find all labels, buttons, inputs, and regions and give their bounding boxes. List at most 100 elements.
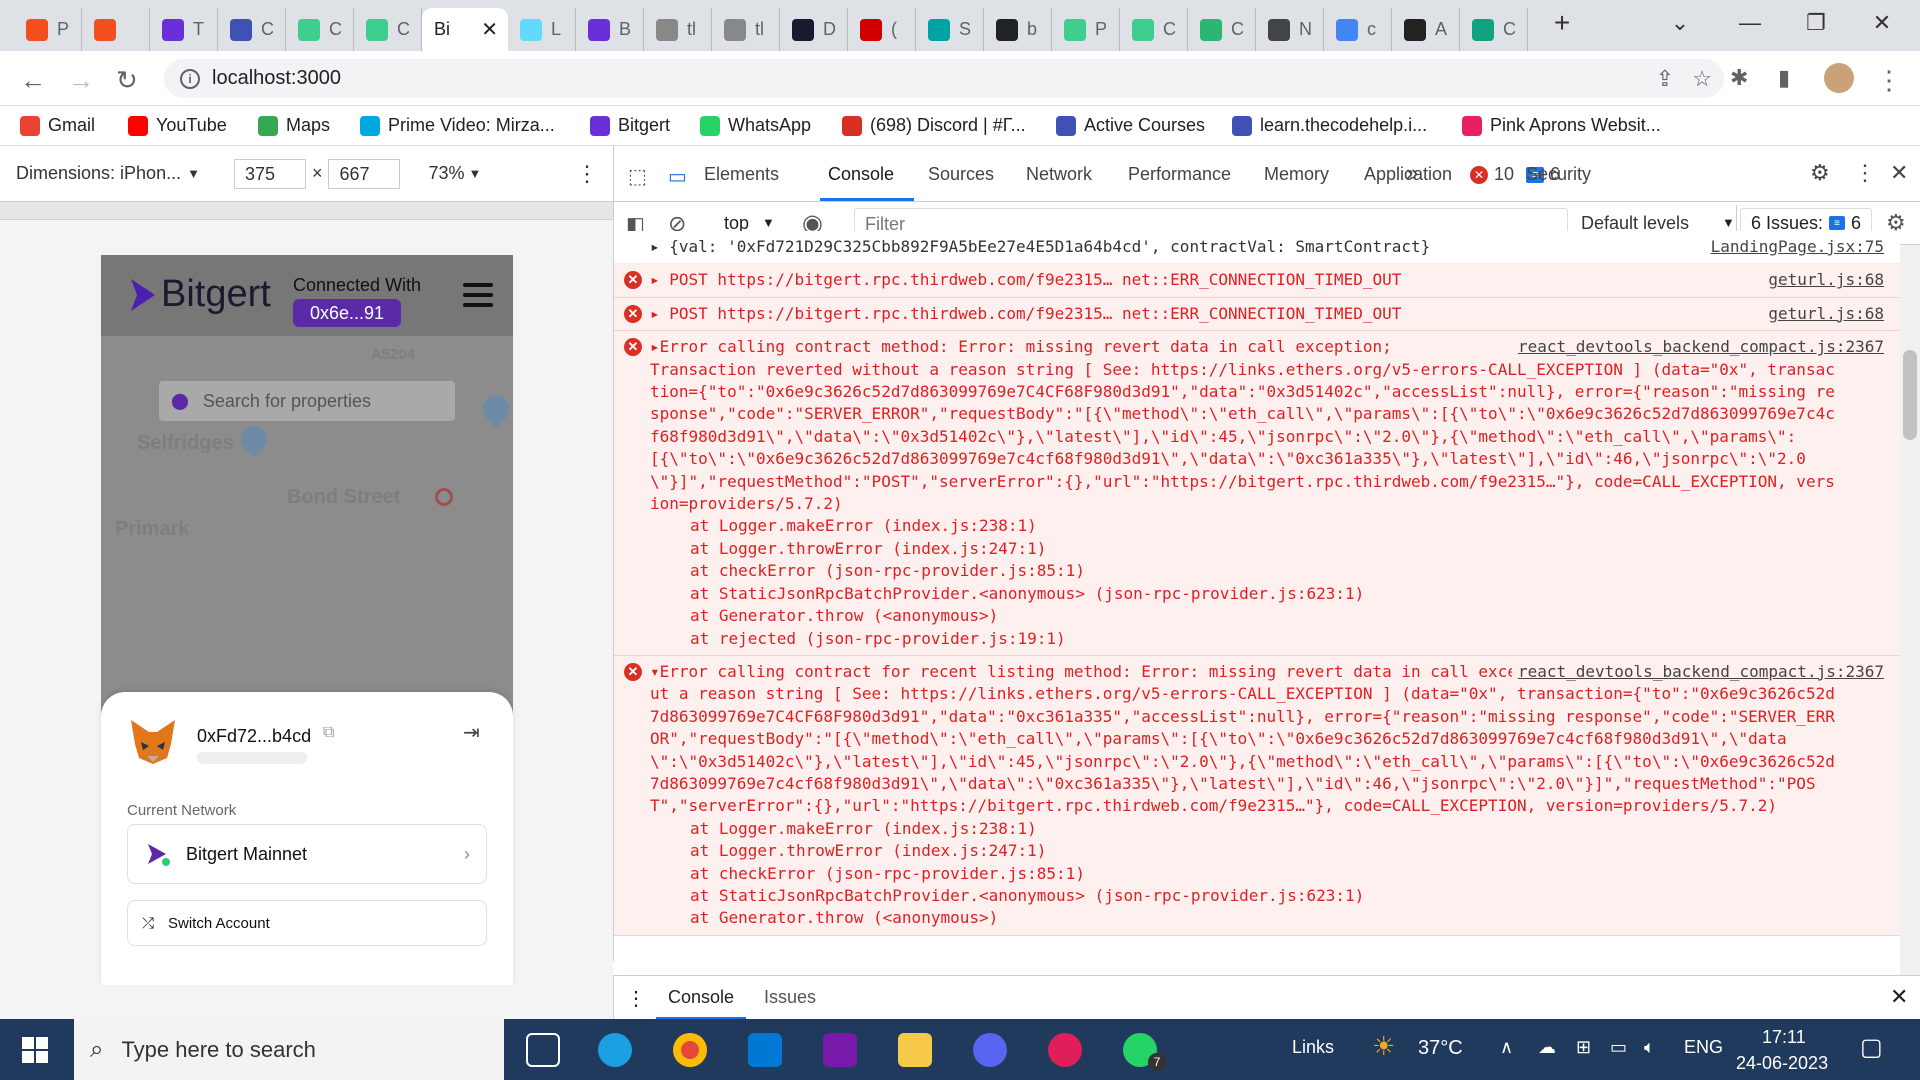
browser-tab[interactable]: B <box>576 8 644 51</box>
new-tab-icon[interactable]: + <box>1532 6 1592 40</box>
devtools-tab-network[interactable]: Network <box>1026 164 1092 185</box>
edge-icon[interactable] <box>598 1033 632 1067</box>
width-input[interactable]: 375 <box>233 158 306 189</box>
browser-tab[interactable]: N <box>1256 8 1324 51</box>
browser-tab[interactable] <box>82 8 150 51</box>
links-toolbar[interactable]: Links <box>1292 1037 1334 1058</box>
bookmark-item[interactable]: learn.thecodehelp.i... <box>1232 115 1427 136</box>
devtools-tab-elements[interactable]: Elements <box>704 164 779 185</box>
side-panel-icon[interactable]: ▮ <box>1778 65 1790 91</box>
slack-icon[interactable] <box>1048 1033 1082 1067</box>
browser-tab[interactable]: C <box>1460 8 1528 51</box>
console-message[interactable]: ✕ geturl.js:68 ▸ POST https://bitgert.rpc.… <box>614 297 1900 332</box>
copy-icon[interactable]: ⧉ <box>323 724 334 742</box>
chrome-icon[interactable] <box>673 1033 707 1067</box>
clock-date[interactable]: 24-06-2023 <box>1736 1053 1828 1074</box>
weather-icon[interactable]: ☀ <box>1372 1031 1395 1062</box>
device-toolbar-toggle-icon[interactable]: ▭ <box>668 164 687 189</box>
stack-frame[interactable]: at Generator.throw (<anonymous>) <box>650 907 1840 929</box>
height-input[interactable]: 667 <box>328 158 401 189</box>
console-source-link[interactable]: geturl.js:68 <box>1762 302 1884 326</box>
stack-frame[interactable]: at Logger.makeError (index.js:238:1) <box>650 515 1840 537</box>
stack-frame[interactable]: at StaticJsonRpcBatchProvider.<anonymous… <box>650 583 1840 605</box>
bookmark-item[interactable]: YouTube <box>128 115 227 136</box>
stack-frame[interactable]: at StaticJsonRpcBatchProvider.<anonymous… <box>650 885 1840 907</box>
network-selector[interactable]: Bitgert Mainnet › <box>127 824 487 884</box>
stack-frame[interactable]: at checkError (json-rpc-provider.js:85:1… <box>650 863 1840 885</box>
browser-tab[interactable]: ( <box>848 8 916 51</box>
console-scroll-thumb[interactable] <box>1903 350 1917 440</box>
console-message[interactable]: ✕ react_devtools_backend_compact.js:2367 ▾… <box>614 655 1900 936</box>
omnibox[interactable]: i localhost:3000 ⇪ ☆ <box>164 59 1724 98</box>
vscode-icon[interactable] <box>748 1033 782 1067</box>
stack-frame[interactable]: at Logger.makeError (index.js:238:1) <box>650 818 1840 840</box>
tab-search-icon[interactable]: ⌄ <box>1650 6 1710 40</box>
drawer-tab-console[interactable]: Console <box>656 976 747 1020</box>
stack-frame[interactable]: at Logger.throwError (index.js:247:1) <box>650 538 1840 560</box>
more-options-icon[interactable]: ⋮ <box>576 161 598 187</box>
stack-frame[interactable]: at rejected (json-rpc-provider.js:19:1) <box>650 628 1840 650</box>
stack-frame[interactable]: at checkError (json-rpc-provider.js:85:1… <box>650 560 1840 582</box>
bitgert-logo[interactable]: Bitgert <box>129 273 271 316</box>
zoom-select[interactable]: 73% <box>428 163 464 184</box>
disconnect-icon[interactable]: ⇥ <box>463 720 480 745</box>
notifications-icon[interactable]: ▢ <box>1860 1033 1883 1062</box>
console-source-link[interactable]: react_devtools_backend_compact.js:2367 <box>1511 660 1884 684</box>
devtools-tab-console[interactable]: Console <box>828 164 894 185</box>
bookmark-item[interactable]: Bitgert <box>590 115 670 136</box>
bookmark-item[interactable]: Prime Video: Mirza... <box>360 115 555 136</box>
console-source-link[interactable]: react_devtools_backend_compact.js:2367 <box>1511 336 1884 359</box>
console-message[interactable]: LandingPage.jsx:75 ▸ {val: '0xFd721D29C32… <box>614 231 1900 265</box>
browser-tab[interactable]: tl <box>712 8 780 51</box>
settings-gear-icon[interactable]: ⚙ <box>1810 160 1830 186</box>
file-explorer-icon[interactable] <box>898 1033 932 1067</box>
forward-icon[interactable]: → <box>68 65 94 96</box>
devtools-tab-performance[interactable]: Performance <box>1128 164 1231 185</box>
browser-tab[interactable]: c <box>1324 8 1392 51</box>
url-text[interactable]: localhost:3000 <box>212 67 341 90</box>
close-tab-icon[interactable]: ✕ <box>481 17 498 42</box>
hamburger-menu-icon[interactable] <box>463 283 493 313</box>
browser-tab[interactable]: C <box>218 8 286 51</box>
stack-frame[interactable]: at Logger.throwError (index.js:247:1) <box>650 840 1840 862</box>
browser-tab[interactable]: C <box>1188 8 1256 51</box>
network-icon[interactable]: ⊞ <box>1576 1037 1591 1058</box>
console-message[interactable]: ✕ react_devtools_backend_compact.js:2367 ▸… <box>614 331 1900 656</box>
devtools-tab-sources[interactable]: Sources <box>928 164 994 185</box>
volume-icon[interactable]: 🔈︎ <box>1644 1037 1655 1058</box>
windows-start-icon[interactable] <box>22 1037 48 1063</box>
bookmark-item[interactable]: (698) Discord | #Γ... <box>842 115 1026 136</box>
profile-avatar[interactable] <box>1824 63 1854 93</box>
drawer-menu-icon[interactable]: ⋮ <box>626 986 646 1011</box>
console-message[interactable]: ✕ geturl.js:68 ▸ POST https://bitgert.rpc.… <box>614 264 1900 298</box>
dimensions-select[interactable]: Dimensions: iPhon... <box>16 163 181 184</box>
bookmark-item[interactable]: Active Courses <box>1056 115 1205 136</box>
site-info-icon[interactable]: i <box>180 68 200 89</box>
devtools-menu-icon[interactable]: ⋮ <box>1854 160 1876 186</box>
bookmark-item[interactable]: WhatsApp <box>700 115 811 136</box>
console-source-link[interactable]: geturl.js:68 <box>1762 269 1884 292</box>
language-indicator[interactable]: ENG <box>1684 1037 1723 1058</box>
map-pin-icon[interactable] <box>235 420 273 458</box>
browser-tab[interactable]: C <box>286 8 354 51</box>
console-source-link[interactable]: LandingPage.jsx:75 <box>1704 236 1884 259</box>
console-output[interactable]: LandingPage.jsx:75 ▸ {val: '0xFd721D29C32… <box>613 231 1900 961</box>
browser-tab[interactable]: C <box>1120 8 1188 51</box>
onenote-icon[interactable] <box>823 1033 857 1067</box>
temperature[interactable]: 37°C <box>1418 1037 1463 1060</box>
browser-tab[interactable]: C <box>354 8 422 51</box>
map-pin-icon[interactable] <box>477 390 513 428</box>
devtools-tab-application[interactable]: Application <box>1364 164 1452 185</box>
share-icon[interactable]: ⇪ <box>1656 66 1674 92</box>
bookmark-star-icon[interactable]: ☆ <box>1692 66 1712 92</box>
browser-tab[interactable]: L <box>508 8 576 51</box>
stack-frame[interactable]: at Generator.throw (<anonymous>) <box>650 605 1840 627</box>
devtools-tab-security[interactable]: Security <box>1526 164 1591 185</box>
menu-kebab-icon[interactable]: ⋮ <box>1876 65 1902 96</box>
back-icon[interactable]: ← <box>20 65 46 96</box>
browser-tab[interactable]: A <box>1392 8 1460 51</box>
bookmark-item[interactable]: Gmail <box>20 115 95 136</box>
taskbar-search-box[interactable]: ⌕ Type here to search <box>74 1019 504 1080</box>
bookmark-item[interactable]: Maps <box>258 115 330 136</box>
browser-tab[interactable]: tl <box>644 8 712 51</box>
